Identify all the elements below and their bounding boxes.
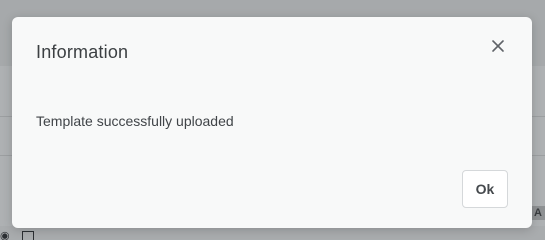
- background-footer: [0, 226, 545, 240]
- dialog-message: Template successfully uploaded: [36, 113, 234, 129]
- close-button[interactable]: [488, 36, 508, 56]
- background-tag: A: [531, 206, 545, 220]
- background-image-icon: [22, 231, 34, 240]
- information-dialog: Information Template successfully upload…: [12, 17, 532, 228]
- dialog-title: Information: [36, 42, 129, 62]
- close-icon: [492, 40, 504, 52]
- background-eye-icon: ◉: [0, 230, 10, 240]
- ok-button[interactable]: Ok: [462, 170, 508, 208]
